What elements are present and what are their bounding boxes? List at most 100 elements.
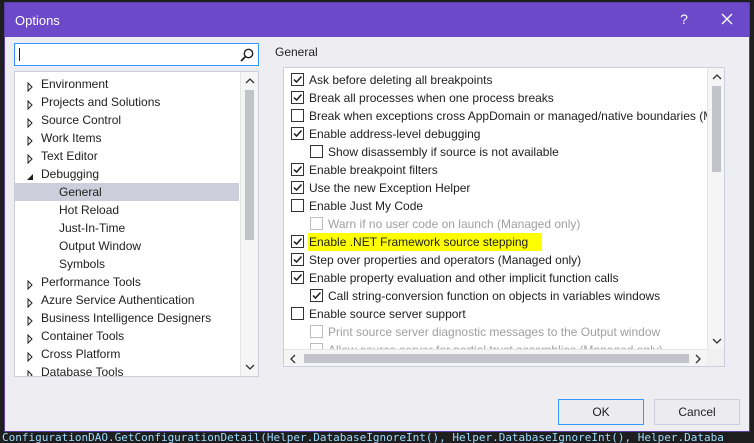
- checked-checkbox[interactable]: [310, 289, 323, 302]
- title-bar[interactable]: Options ?: [5, 3, 749, 37]
- tree-item[interactable]: Hot Reload: [15, 201, 239, 219]
- checkmark-icon: [293, 273, 303, 282]
- tree-item-label: Debugging: [41, 167, 100, 181]
- tree-item-label: Symbols: [59, 257, 106, 271]
- unchecked-checkbox[interactable]: [291, 307, 304, 320]
- checked-checkbox[interactable]: [291, 127, 304, 140]
- collapsed-arrow-icon[interactable]: [25, 115, 35, 129]
- unchecked-checkbox[interactable]: [310, 145, 323, 158]
- option-label: Enable source server support: [309, 307, 466, 321]
- tree-item-label: Cross Platform: [41, 347, 121, 361]
- tree-item[interactable]: Environment: [15, 75, 239, 93]
- tree-item[interactable]: Azure Service Authentication: [15, 291, 239, 309]
- cancel-button[interactable]: Cancel: [654, 399, 740, 425]
- options-tree[interactable]: Environment Projects and Solutions Source …: [14, 71, 259, 377]
- checkmark-icon: [293, 93, 303, 102]
- tree-item[interactable]: Container Tools: [15, 327, 239, 345]
- options-vertical-thumb[interactable]: [712, 86, 721, 172]
- collapsed-arrow-icon[interactable]: [25, 79, 35, 93]
- close-icon[interactable]: [717, 9, 737, 29]
- unchecked-checkbox[interactable]: [291, 199, 304, 212]
- checked-checkbox[interactable]: [291, 253, 304, 266]
- collapsed-arrow-icon[interactable]: [25, 349, 35, 363]
- tree-item-label: Container Tools: [41, 329, 125, 343]
- editor-background-right: [750, 0, 754, 443]
- search-input[interactable]: [14, 43, 259, 66]
- collapsed-arrow-icon[interactable]: [25, 151, 35, 165]
- options-horizontal-thumb[interactable]: [304, 354, 689, 363]
- checked-checkbox[interactable]: [291, 235, 304, 248]
- tree-item-label: Performance Tools: [41, 275, 141, 289]
- section-label: General: [275, 45, 318, 59]
- collapsed-arrow-icon[interactable]: [25, 97, 35, 111]
- unchecked-checkbox[interactable]: [310, 217, 323, 230]
- scroll-right-icon[interactable]: [692, 353, 704, 365]
- checked-checkbox[interactable]: [291, 73, 304, 86]
- expanded-arrow-icon[interactable]: [25, 169, 35, 180]
- tree-scrollbar[interactable]: [240, 72, 258, 376]
- tree-item-label: Projects and Solutions: [41, 95, 161, 109]
- tree-scrollbar-thumb[interactable]: [245, 90, 254, 240]
- collapsed-arrow-icon[interactable]: [25, 277, 35, 291]
- scroll-down-icon[interactable]: [711, 335, 723, 347]
- checkmark-icon: [293, 75, 303, 84]
- checked-checkbox[interactable]: [291, 271, 304, 284]
- tree-item[interactable]: Performance Tools: [15, 273, 239, 291]
- option-label: Enable address-level debugging: [309, 127, 481, 141]
- option-label: Enable property evaluation and other imp…: [309, 271, 619, 285]
- tree-item[interactable]: Business Intelligence Designers: [15, 309, 239, 327]
- tree-item[interactable]: Symbols: [15, 255, 239, 273]
- option-label: Break when exceptions cross AppDomain or…: [309, 109, 720, 123]
- collapsed-arrow-icon[interactable]: [25, 313, 35, 327]
- tree-item-label: Text Editor: [41, 149, 98, 163]
- tree-item-label: Output Window: [59, 239, 142, 253]
- tree-item[interactable]: General: [15, 183, 239, 201]
- tree-item-label: Just-In-Time: [59, 221, 126, 235]
- checkmark-icon: [312, 291, 322, 300]
- tree-item-label: Database Tools: [41, 365, 124, 377]
- checkmark-icon: [293, 183, 303, 192]
- scroll-up-icon[interactable]: [711, 71, 723, 83]
- tree-item[interactable]: Source Control: [15, 111, 239, 129]
- tree-item[interactable]: Work Items: [15, 129, 239, 147]
- unchecked-checkbox[interactable]: [291, 109, 304, 122]
- collapsed-arrow-icon[interactable]: [25, 295, 35, 309]
- tree-item[interactable]: Debugging: [15, 165, 239, 183]
- option-label: Ask before deleting all breakpoints: [309, 73, 493, 87]
- tree-item[interactable]: Just-In-Time: [15, 219, 239, 237]
- tree-item-label: Business Intelligence Designers: [41, 311, 212, 325]
- checked-checkbox[interactable]: [291, 181, 304, 194]
- options-dialog: Options ? Environment Projects and Soluti…: [4, 2, 750, 432]
- option-label: Call string-conversion function on objec…: [328, 289, 661, 303]
- collapsed-arrow-icon[interactable]: [25, 367, 35, 376]
- tree-item[interactable]: Cross Platform: [15, 345, 239, 363]
- tree-item[interactable]: Database Tools: [15, 363, 239, 377]
- tree-item[interactable]: Output Window: [15, 237, 239, 255]
- text-caret: [19, 48, 20, 61]
- options-horizontal-scrollbar[interactable]: [284, 349, 707, 366]
- collapsed-arrow-icon[interactable]: [25, 133, 35, 147]
- editor-background-code: ConfigurationDAO.GetConfigurationDetail(…: [0, 432, 754, 443]
- scroll-down-icon[interactable]: [244, 361, 256, 373]
- tree-item[interactable]: Text Editor: [15, 147, 239, 165]
- help-button[interactable]: ?: [675, 11, 693, 27]
- scroll-left-icon[interactable]: [287, 353, 299, 365]
- tree-item[interactable]: Projects and Solutions: [15, 93, 239, 111]
- checkmark-icon: [293, 255, 303, 264]
- ok-button[interactable]: OK: [558, 399, 644, 425]
- tree-item-label: Work Items: [41, 131, 102, 145]
- checked-checkbox[interactable]: [291, 91, 304, 104]
- options-vertical-scrollbar[interactable]: [707, 68, 724, 350]
- scrollbar-corner: [707, 349, 724, 366]
- checkmark-icon: [293, 129, 303, 138]
- tree-item-label: Azure Service Authentication: [41, 293, 195, 307]
- search-icon[interactable]: [239, 47, 255, 63]
- collapsed-arrow-icon[interactable]: [25, 331, 35, 345]
- option-label: Enable .NET Framework source stepping: [308, 233, 543, 251]
- checked-checkbox[interactable]: [291, 163, 304, 176]
- unchecked-checkbox[interactable]: [310, 325, 323, 338]
- scroll-up-icon[interactable]: [244, 75, 256, 87]
- window-title: Options: [15, 13, 60, 28]
- tree-item-label: Source Control: [41, 113, 122, 127]
- checkmark-icon: [293, 237, 303, 246]
